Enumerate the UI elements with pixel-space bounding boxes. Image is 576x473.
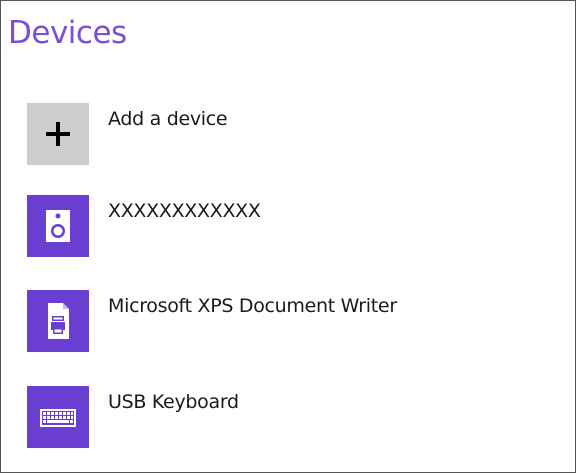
speaker-icon bbox=[46, 210, 70, 242]
device-tile bbox=[27, 386, 89, 448]
device-item-speaker[interactable]: XXXXXXXXXXXX bbox=[27, 195, 547, 257]
keyboard-icon bbox=[40, 409, 76, 427]
printer-document-icon bbox=[48, 303, 69, 339]
device-tile bbox=[27, 195, 89, 257]
add-device-tile bbox=[27, 103, 89, 165]
page-title: Devices bbox=[8, 15, 127, 51]
device-label: USB Keyboard bbox=[108, 391, 239, 413]
device-item-usb-keyboard[interactable]: USB Keyboard bbox=[27, 386, 547, 448]
device-label: Microsoft XPS Document Writer bbox=[108, 295, 397, 317]
device-item-xps-writer[interactable]: Microsoft XPS Document Writer bbox=[27, 290, 547, 352]
add-device-button[interactable]: Add a device bbox=[27, 103, 547, 165]
device-tile bbox=[27, 290, 89, 352]
device-label: XXXXXXXXXXXX bbox=[108, 200, 261, 222]
plus-icon bbox=[46, 122, 70, 146]
device-label: Add a device bbox=[108, 108, 228, 130]
devices-panel: Devices Add a device XXXXXXXXXXXX Micros… bbox=[0, 0, 576, 473]
